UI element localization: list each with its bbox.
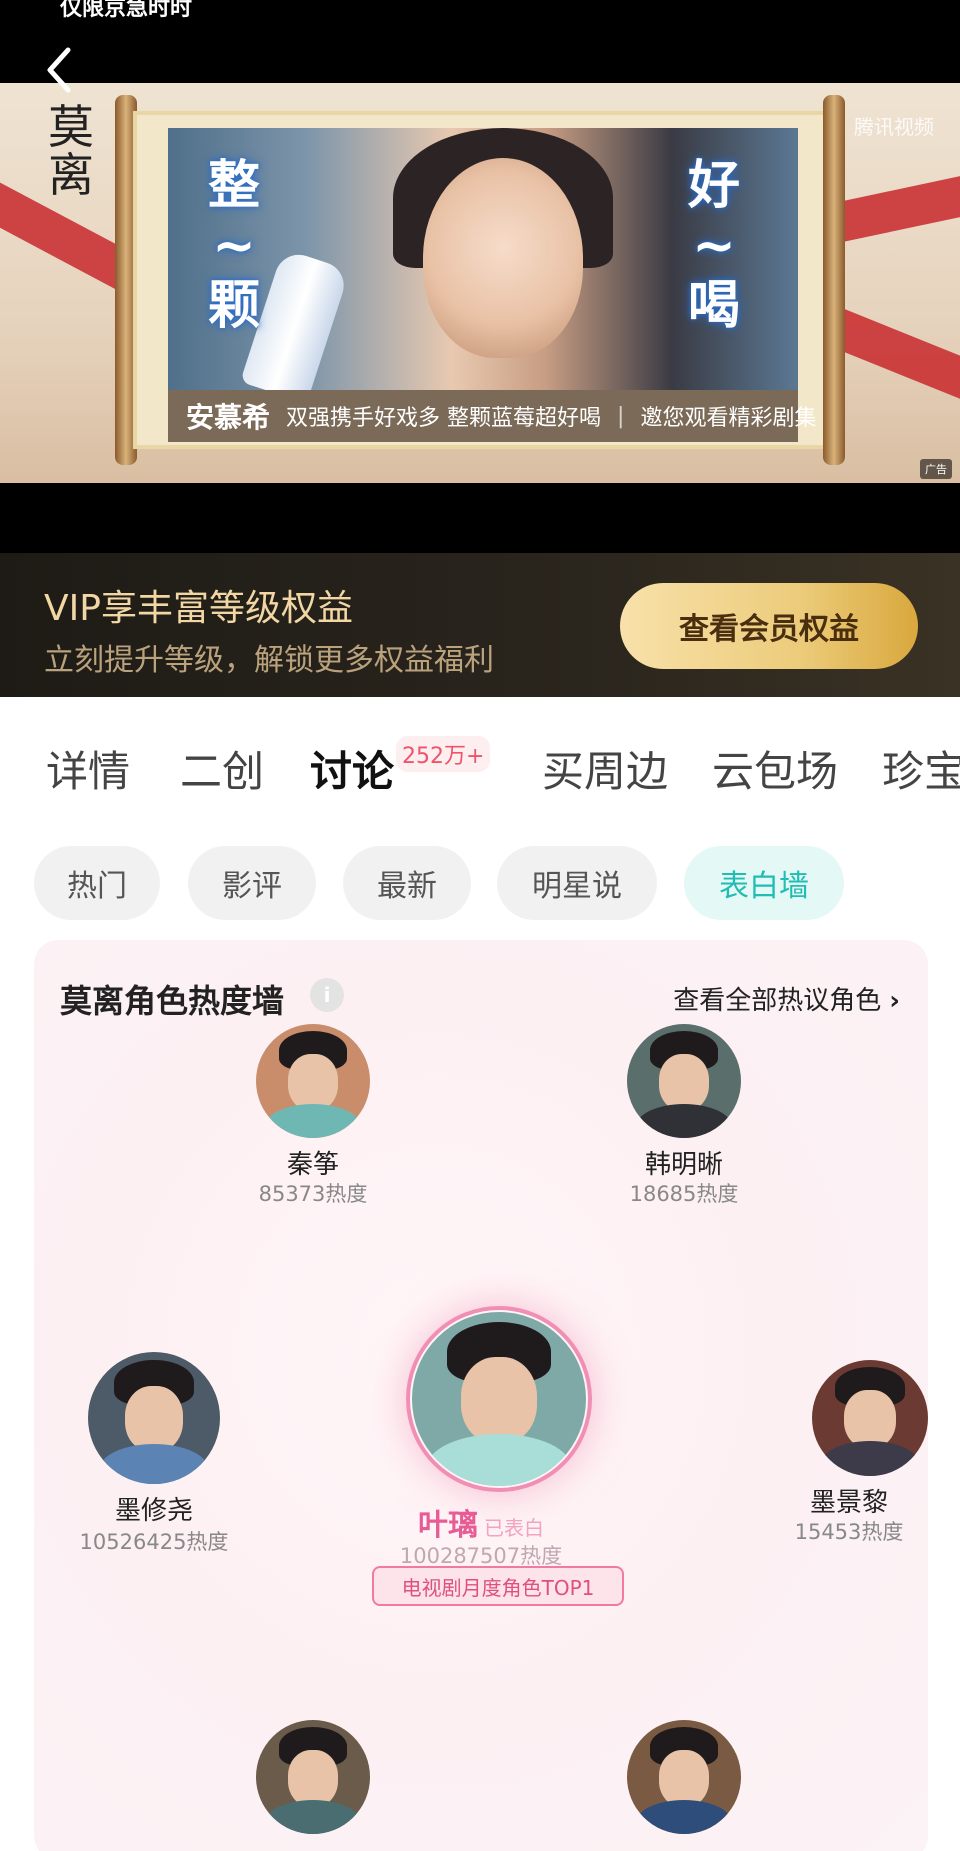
confessed-status: 已表白	[484, 1516, 544, 1540]
ad-separator: |	[617, 403, 625, 429]
ad-slogan-bar: 安慕希 双强携手好戏多 整颗蓝莓超好喝 | 邀您观看精彩剧集	[168, 390, 816, 442]
chip-latest[interactable]: 最新	[343, 846, 471, 920]
tab-cloud-screening[interactable]: 云包场	[712, 738, 838, 799]
vip-promo-bar: VIP享丰富等级权益 立刻提升等级，解锁更多权益福利 查看会员权益	[0, 553, 960, 697]
actress-face	[423, 158, 583, 358]
avatar-robe	[821, 1441, 919, 1476]
heat-wall-title: 莫离角色热度墙	[60, 982, 285, 1020]
avatar-robe	[265, 1799, 361, 1834]
chip-hot[interactable]: 热门	[34, 846, 160, 920]
ad-banner-video[interactable]: 莫 离 腾讯视频 整 ~ 颗 好 ~ 喝 安慕希 双强携手好戏多 整颗蓝莓超好喝…	[0, 83, 960, 483]
ad-brand: 安慕希	[186, 401, 271, 434]
view-vip-benefits-button[interactable]: 查看会员权益	[620, 583, 918, 669]
info-icon[interactable]: i	[310, 978, 344, 1012]
discussion-count-badge: 252万+	[396, 736, 491, 772]
avatar-face	[844, 1390, 896, 1449]
ad-invite: 邀您观看精彩剧集	[640, 406, 817, 431]
avatar-robe	[98, 1444, 210, 1484]
avatar-character-7[interactable]	[627, 1720, 741, 1834]
avatar-moxiuyao[interactable]	[88, 1352, 220, 1484]
avatar-face	[287, 1749, 339, 1807]
platform-logo: 腾讯视频	[854, 115, 934, 139]
bubble-text-right: 好 ~ 喝	[688, 156, 741, 336]
top1-badge: 电视剧月度角色TOP1	[372, 1566, 624, 1606]
vip-subtitle: 立刻提升等级，解锁更多权益福利	[44, 643, 494, 678]
avatar-yeli[interactable]	[412, 1312, 586, 1486]
video-player[interactable]: 仅限京急时时 莫 离 腾讯视频 整 ~ 颗 好 ~ 喝 安慕希 双强携手好戏多 …	[0, 0, 960, 553]
avatar-mojingli[interactable]	[812, 1360, 928, 1476]
back-arrow-icon[interactable]	[40, 42, 80, 98]
chip-confession-wall[interactable]: 表白墙	[684, 846, 844, 920]
character-heat: 15453热度	[794, 1520, 904, 1544]
avatar-robe	[636, 1103, 732, 1138]
tab-fan-creations[interactable]: 二创	[180, 738, 264, 799]
avatar-character-6[interactable]	[256, 1720, 370, 1834]
see-all-characters-link[interactable]: 查看全部热议角色 ›	[673, 980, 900, 1017]
tab-discussion[interactable]: 讨论	[310, 738, 394, 799]
tab-details[interactable]: 详情	[46, 738, 130, 799]
tab-treasures[interactable]: 珍宝	[882, 738, 960, 799]
avatar-face	[124, 1386, 184, 1453]
avatar-hanmingxi[interactable]	[627, 1024, 741, 1138]
content-tabs: 详情 二创 讨论 252万+ 买周边 云包场 珍宝	[0, 728, 960, 798]
character-heat: 85373热度	[258, 1182, 368, 1206]
avatar-face	[658, 1053, 710, 1111]
avatar-robe	[265, 1103, 361, 1138]
avatar-qinzheng[interactable]	[256, 1024, 370, 1138]
tab-merchandise[interactable]: 买周边	[542, 738, 668, 799]
character-name: 墨景黎	[809, 1488, 888, 1518]
avatar-robe	[636, 1799, 732, 1834]
chip-reviews[interactable]: 影评	[188, 846, 316, 920]
ad-slogan: 双强携手好戏多 整颗蓝莓超好喝	[286, 406, 602, 431]
character-name: 韩明晰	[644, 1150, 723, 1180]
chip-star-talk[interactable]: 明星说	[497, 846, 657, 920]
status-bar-text: 仅限京急时时	[60, 0, 193, 21]
chevron-right-icon: ›	[889, 986, 900, 1016]
vip-title: VIP享丰富等级权益	[44, 588, 353, 629]
character-heat-wall: 莫离角色热度墙 i 查看全部热议角色 › 秦筝 85373热度 韩明晰 18685…	[34, 940, 928, 1851]
ad-label: 广告	[920, 459, 952, 479]
see-all-label: 查看全部热议角色	[673, 986, 882, 1016]
character-heat: 18685热度	[629, 1182, 739, 1206]
ad-photo: 整 ~ 颗 好 ~ 喝	[168, 128, 798, 404]
scroll-rod-right	[823, 95, 845, 465]
avatar-robe	[425, 1433, 573, 1486]
bubble-text-left: 整 ~ 颗	[208, 156, 261, 336]
avatar-face	[287, 1053, 339, 1111]
avatar-face	[658, 1749, 710, 1807]
character-name: 秦筝	[286, 1150, 339, 1180]
avatar-face	[460, 1357, 538, 1445]
drama-title-logo: 莫 离	[48, 100, 94, 202]
character-name: 叶璃	[418, 1508, 478, 1543]
